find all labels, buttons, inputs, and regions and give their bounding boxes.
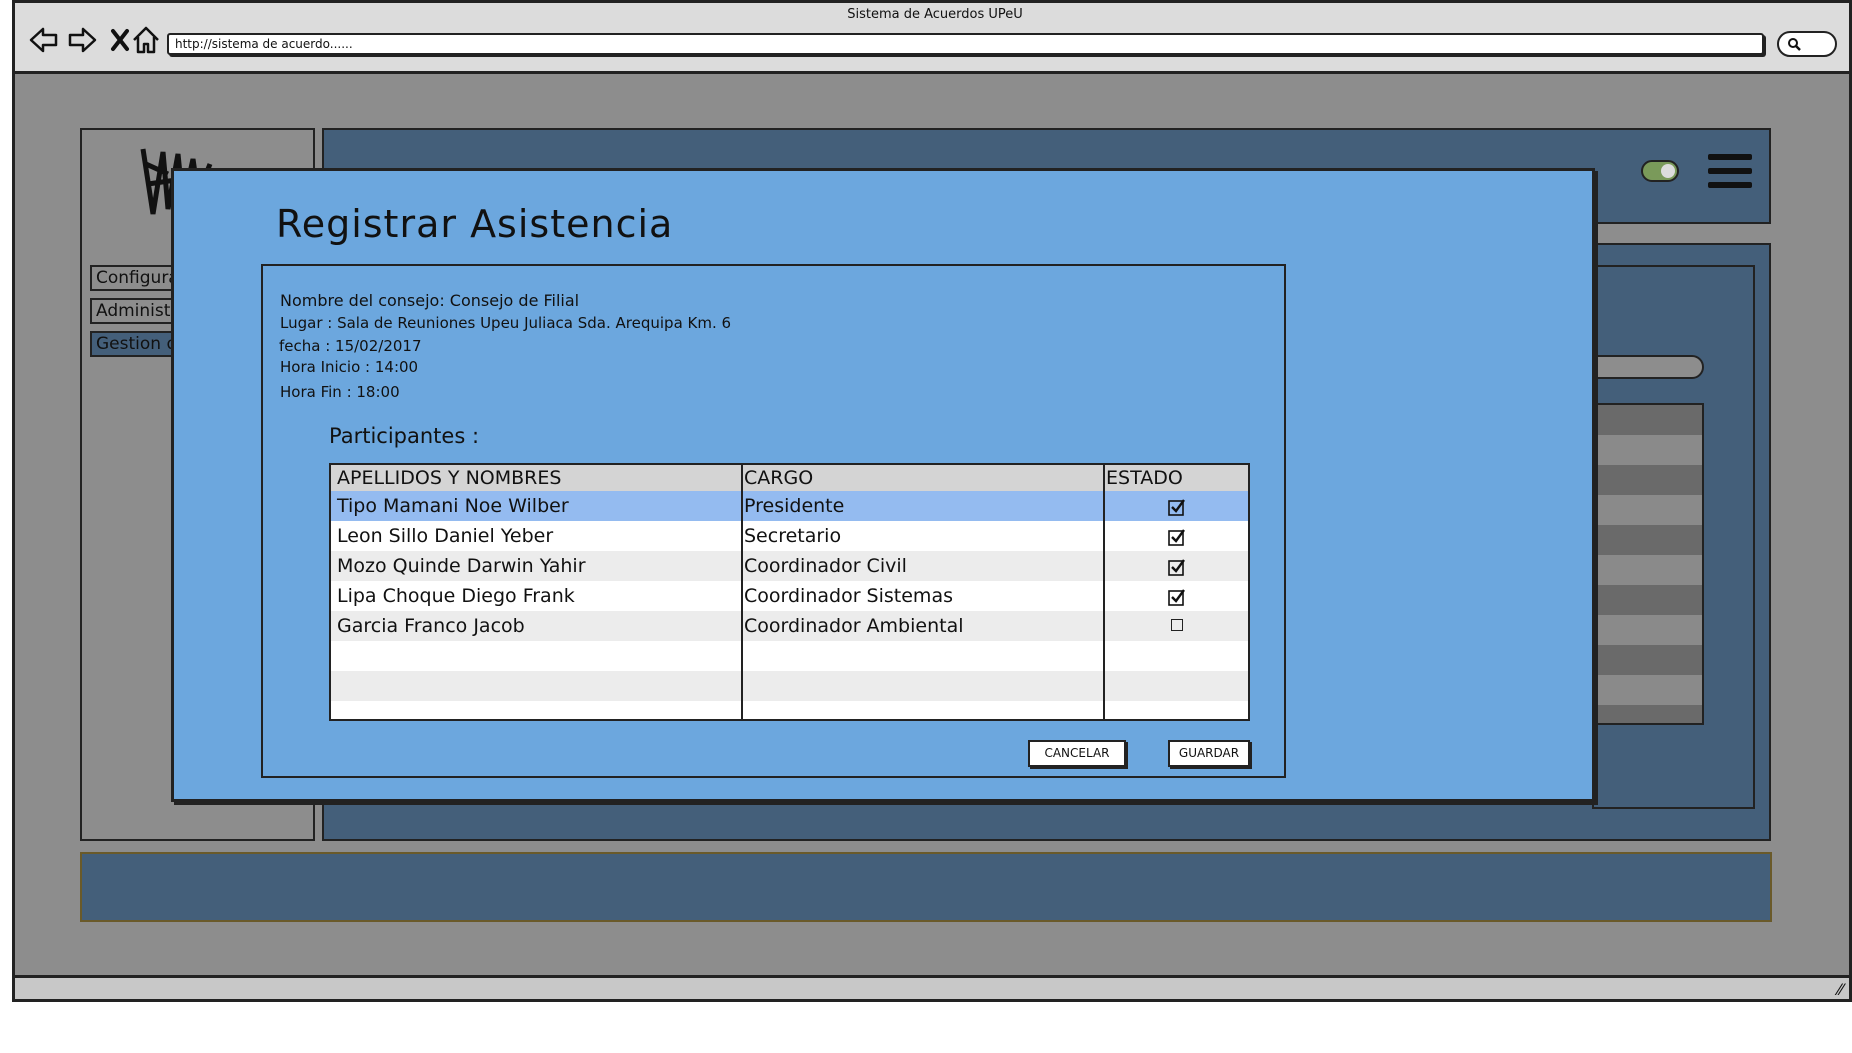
back-icon[interactable] [27, 23, 61, 57]
participant-cargo: Coordinador Ambiental [744, 615, 964, 637]
forward-icon[interactable] [65, 23, 99, 57]
participant-name: Garcia Franco Jacob [337, 615, 525, 637]
participant-name: Leon Sillo Daniel Yeber [337, 525, 554, 547]
table-row[interactable]: Mozo Quinde Darwin Yahir Coordinador Civi… [331, 551, 1248, 581]
participant-estado [1104, 551, 1248, 581]
hora-inicio: Hora Inicio : 14:00 [280, 358, 419, 376]
fecha: fecha : 15/02/2017 [279, 337, 422, 355]
column-divider [1103, 465, 1105, 719]
table-row[interactable]: Tipo Mamani Noe Wilber Presidente [331, 491, 1248, 521]
header-apellidos[interactable]: APELLIDOS Y NOMBRES [331, 465, 742, 491]
lugar: Lugar : Sala de Reuniones Upeu Juliaca S… [280, 314, 732, 332]
participant-name: Tipo Mamani Noe Wilber [337, 495, 569, 517]
home-icon[interactable] [129, 23, 163, 57]
participant-cargo: Coordinador Sistemas [744, 585, 953, 607]
save-button[interactable]: GUARDAR [1168, 740, 1250, 767]
search-icon [1788, 38, 1801, 51]
app-footer [80, 852, 1772, 922]
attendance-checkbox-checked-icon[interactable] [1168, 525, 1186, 546]
theme-toggle[interactable] [1641, 160, 1679, 182]
table-row[interactable] [331, 641, 1248, 671]
resize-grip-icon[interactable]: ⁄⁄ [1838, 980, 1843, 999]
browser-toolbar: Sistema de Acuerdos UPeU http://sistema … [12, 0, 1852, 74]
browser-statusbar: ⁄⁄ [12, 975, 1852, 1002]
participant-cargo: Secretario [744, 525, 842, 547]
participant-estado [1104, 491, 1248, 521]
cancel-button[interactable]: CANCELAR [1028, 740, 1126, 767]
participants-label: Participantes : [329, 424, 480, 448]
column-divider [741, 465, 743, 719]
dialog-title: Registrar Asistencia [276, 202, 674, 246]
participant-estado [1104, 581, 1248, 611]
participant-estado [1104, 611, 1248, 641]
participant-cargo: Coordinador Civil [744, 555, 907, 577]
participant-cargo: Presidente [744, 495, 845, 517]
table-header: APELLIDOS Y NOMBRES CARGO ESTADO [331, 465, 1248, 491]
table-row[interactable] [331, 701, 1248, 719]
attendance-checkbox-checked-icon[interactable] [1168, 555, 1186, 576]
attendance-checkbox-checked-icon[interactable] [1168, 585, 1186, 606]
app-data-grid [1592, 403, 1704, 725]
participant-name: Mozo Quinde Darwin Yahir [337, 555, 586, 577]
table-row[interactable]: Garcia Franco Jacob Coordinador Ambiental [331, 611, 1248, 641]
header-cargo[interactable]: CARGO [742, 465, 1104, 491]
participant-estado [1104, 521, 1248, 551]
search-field[interactable] [1777, 31, 1837, 57]
table-row[interactable]: Lipa Choque Diego Frank Coordinador Siste… [331, 581, 1248, 611]
table-row[interactable]: Leon Sillo Daniel Yeber Secretario [331, 521, 1248, 551]
attendance-checkbox-unchecked-icon[interactable] [1171, 618, 1183, 631]
consejo-name: Nombre del consejo: Consejo de Filial [280, 291, 580, 310]
attendance-checkbox-checked-icon[interactable] [1168, 495, 1186, 516]
header-estado[interactable]: ESTADO [1104, 465, 1248, 491]
hora-fin: Hora Fin : 18:00 [280, 383, 400, 401]
app-search-input[interactable] [1592, 355, 1704, 379]
participant-name: Lipa Choque Diego Frank [337, 585, 575, 607]
table-row[interactable] [331, 671, 1248, 701]
url-bar[interactable]: http://sistema de acuerdo...... [167, 33, 1764, 55]
window-title: Sistema de Acuerdos UPeU [847, 7, 1023, 22]
participants-table: APELLIDOS Y NOMBRES CARGO ESTADO Tipo Ma… [329, 463, 1250, 721]
hamburger-menu-icon[interactable] [1708, 154, 1752, 192]
